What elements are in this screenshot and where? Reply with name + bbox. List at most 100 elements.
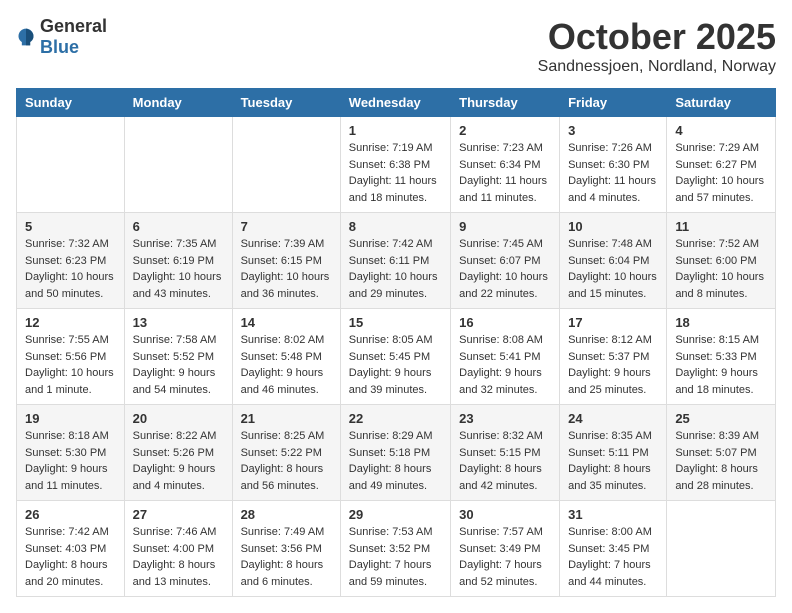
day-number: 21 (241, 411, 332, 426)
calendar-cell: 26 Sunrise: 7:42 AMSunset: 4:03 PMDayligh… (17, 501, 125, 597)
calendar-week-row: 26 Sunrise: 7:42 AMSunset: 4:03 PMDayligh… (17, 501, 776, 597)
day-number: 17 (568, 315, 658, 330)
day-number: 10 (568, 219, 658, 234)
calendar-cell: 7 Sunrise: 7:39 AMSunset: 6:15 PMDaylight… (232, 213, 340, 309)
day-info: Sunrise: 7:57 AMSunset: 3:49 PMDaylight:… (459, 524, 551, 590)
calendar-cell: 4 Sunrise: 7:29 AMSunset: 6:27 PMDaylight… (667, 117, 776, 213)
logo: General Blue (16, 16, 107, 58)
calendar-cell (124, 117, 232, 213)
day-number: 1 (349, 123, 442, 138)
weekday-header-tuesday: Tuesday (232, 89, 340, 117)
calendar-cell: 11 Sunrise: 7:52 AMSunset: 6:00 PMDayligh… (667, 213, 776, 309)
calendar-cell: 22 Sunrise: 8:29 AMSunset: 5:18 PMDayligh… (340, 405, 450, 501)
calendar-cell: 31 Sunrise: 8:00 AMSunset: 3:45 PMDayligh… (560, 501, 667, 597)
calendar-cell: 1 Sunrise: 7:19 AMSunset: 6:38 PMDaylight… (340, 117, 450, 213)
title-area: October 2025 Sandnessjoen, Nordland, Nor… (538, 16, 776, 76)
calendar-week-row: 12 Sunrise: 7:55 AMSunset: 5:56 PMDayligh… (17, 309, 776, 405)
day-info: Sunrise: 7:55 AMSunset: 5:56 PMDaylight:… (25, 332, 116, 398)
day-number: 26 (25, 507, 116, 522)
calendar-cell: 29 Sunrise: 7:53 AMSunset: 3:52 PMDayligh… (340, 501, 450, 597)
day-number: 3 (568, 123, 658, 138)
day-info: Sunrise: 7:32 AMSunset: 6:23 PMDaylight:… (25, 236, 116, 302)
day-number: 30 (459, 507, 551, 522)
day-info: Sunrise: 7:29 AMSunset: 6:27 PMDaylight:… (675, 140, 767, 206)
day-number: 20 (133, 411, 224, 426)
day-number: 19 (25, 411, 116, 426)
day-number: 18 (675, 315, 767, 330)
calendar-week-row: 19Sunrise: 8:18 AMSunset: 5:30 PMDayligh… (17, 405, 776, 501)
day-number: 29 (349, 507, 442, 522)
day-info: Sunrise: 8:29 AMSunset: 5:18 PMDaylight:… (349, 428, 442, 494)
calendar-cell: 17 Sunrise: 8:12 AMSunset: 5:37 PMDayligh… (560, 309, 667, 405)
day-info: Sunrise: 7:48 AMSunset: 6:04 PMDaylight:… (568, 236, 658, 302)
weekday-header-thursday: Thursday (451, 89, 560, 117)
day-number: 28 (241, 507, 332, 522)
calendar-cell (232, 117, 340, 213)
day-number: 23 (459, 411, 551, 426)
calendar-cell: 24 Sunrise: 8:35 AMSunset: 5:11 PMDayligh… (560, 405, 667, 501)
weekday-header-monday: Monday (124, 89, 232, 117)
calendar-week-row: 1 Sunrise: 7:19 AMSunset: 6:38 PMDaylight… (17, 117, 776, 213)
day-number: 12 (25, 315, 116, 330)
calendar-cell: 14 Sunrise: 8:02 AMSunset: 5:48 PMDayligh… (232, 309, 340, 405)
day-info: Sunrise: 8:00 AMSunset: 3:45 PMDaylight:… (568, 524, 658, 590)
weekday-header-saturday: Saturday (667, 89, 776, 117)
calendar-week-row: 5 Sunrise: 7:32 AMSunset: 6:23 PMDaylight… (17, 213, 776, 309)
day-info: Sunrise: 8:39 AMSunset: 5:07 PMDaylight:… (675, 428, 767, 494)
calendar-cell: 10 Sunrise: 7:48 AMSunset: 6:04 PMDayligh… (560, 213, 667, 309)
calendar-cell: 28Sunrise: 7:49 AMSunset: 3:56 PMDayligh… (232, 501, 340, 597)
location-title: Sandnessjoen, Nordland, Norway (538, 58, 776, 76)
day-number: 25 (675, 411, 767, 426)
calendar-cell: 6Sunrise: 7:35 AMSunset: 6:19 PMDaylight… (124, 213, 232, 309)
calendar-table: SundayMondayTuesdayWednesdayThursdayFrid… (16, 88, 776, 597)
logo-general: General (40, 16, 107, 36)
calendar-cell: 27Sunrise: 7:46 AMSunset: 4:00 PMDayligh… (124, 501, 232, 597)
weekday-header-friday: Friday (560, 89, 667, 117)
day-info: Sunrise: 7:42 AMSunset: 6:11 PMDaylight:… (349, 236, 442, 302)
day-number: 5 (25, 219, 116, 234)
day-info: Sunrise: 8:08 AMSunset: 5:41 PMDaylight:… (459, 332, 551, 398)
day-info: Sunrise: 7:23 AMSunset: 6:34 PMDaylight:… (459, 140, 551, 206)
day-number: 22 (349, 411, 442, 426)
day-number: 9 (459, 219, 551, 234)
calendar-cell (17, 117, 125, 213)
day-info: Sunrise: 7:19 AMSunset: 6:38 PMDaylight:… (349, 140, 442, 206)
logo-text: General Blue (40, 16, 107, 58)
day-number: 14 (241, 315, 332, 330)
calendar-cell: 18 Sunrise: 8:15 AMSunset: 5:33 PMDayligh… (667, 309, 776, 405)
month-title: October 2025 (538, 16, 776, 58)
day-number: 2 (459, 123, 551, 138)
day-info: Sunrise: 8:15 AMSunset: 5:33 PMDaylight:… (675, 332, 767, 398)
day-number: 15 (349, 315, 442, 330)
page-header: General Blue October 2025 Sandnessjoen, … (16, 16, 776, 76)
calendar-cell: 5 Sunrise: 7:32 AMSunset: 6:23 PMDaylight… (17, 213, 125, 309)
calendar-cell: 30 Sunrise: 7:57 AMSunset: 3:49 PMDayligh… (451, 501, 560, 597)
day-info: Sunrise: 8:22 AMSunset: 5:26 PMDaylight:… (133, 428, 224, 494)
day-info: Sunrise: 8:02 AMSunset: 5:48 PMDaylight:… (241, 332, 332, 398)
weekday-header-sunday: Sunday (17, 89, 125, 117)
day-info: Sunrise: 8:25 AMSunset: 5:22 PMDaylight:… (241, 428, 332, 494)
day-number: 11 (675, 219, 767, 234)
calendar-cell: 20 Sunrise: 8:22 AMSunset: 5:26 PMDayligh… (124, 405, 232, 501)
day-info: Sunrise: 7:42 AMSunset: 4:03 PMDaylight:… (25, 524, 116, 590)
day-info: Sunrise: 8:12 AMSunset: 5:37 PMDaylight:… (568, 332, 658, 398)
day-number: 7 (241, 219, 332, 234)
weekday-header-wednesday: Wednesday (340, 89, 450, 117)
day-number: 4 (675, 123, 767, 138)
day-info: Sunrise: 7:58 AMSunset: 5:52 PMDaylight:… (133, 332, 224, 398)
day-number: 8 (349, 219, 442, 234)
day-info: Sunrise: 7:53 AMSunset: 3:52 PMDaylight:… (349, 524, 442, 590)
calendar-cell (667, 501, 776, 597)
day-info: Sunrise: 7:39 AMSunset: 6:15 PMDaylight:… (241, 236, 332, 302)
day-number: 31 (568, 507, 658, 522)
day-number: 16 (459, 315, 551, 330)
day-info: Sunrise: 7:46 AMSunset: 4:00 PMDaylight:… (133, 524, 224, 590)
calendar-cell: 3Sunrise: 7:26 AMSunset: 6:30 PMDaylight… (560, 117, 667, 213)
weekday-header-row: SundayMondayTuesdayWednesdayThursdayFrid… (17, 89, 776, 117)
calendar-cell: 8 Sunrise: 7:42 AMSunset: 6:11 PMDaylight… (340, 213, 450, 309)
day-info: Sunrise: 7:52 AMSunset: 6:00 PMDaylight:… (675, 236, 767, 302)
calendar-cell: 2 Sunrise: 7:23 AMSunset: 6:34 PMDaylight… (451, 117, 560, 213)
day-number: 24 (568, 411, 658, 426)
calendar-cell: 13Sunrise: 7:58 AMSunset: 5:52 PMDayligh… (124, 309, 232, 405)
day-info: Sunrise: 8:35 AMSunset: 5:11 PMDaylight:… (568, 428, 658, 494)
